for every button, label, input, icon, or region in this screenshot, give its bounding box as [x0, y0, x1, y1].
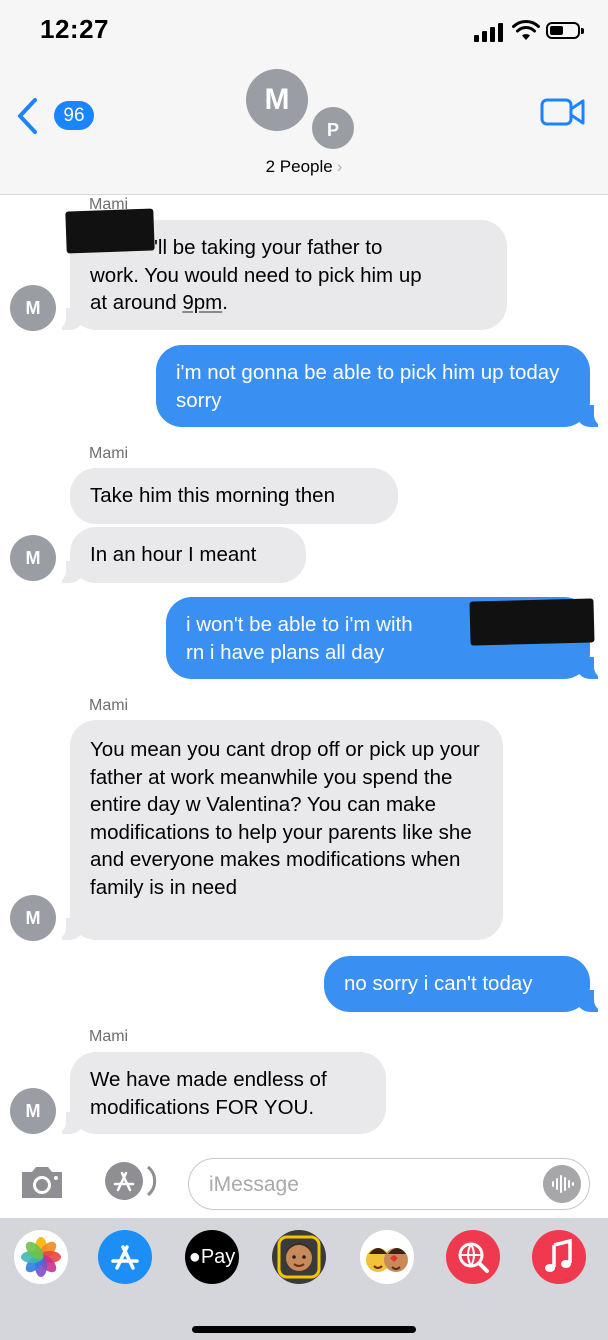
- audio-message-icon[interactable]: [543, 1165, 581, 1203]
- apple-pay-label: Pay: [200, 1246, 236, 1268]
- incoming-message-bubble[interactable]: In an hour I meant: [70, 527, 306, 583]
- message-input-container: [188, 1158, 590, 1210]
- bubble-tail: [52, 1112, 84, 1134]
- sender-name: Mami: [89, 1028, 129, 1045]
- sender-name: Mami: [89, 697, 129, 714]
- sender-avatar[interactable]: M: [10, 535, 56, 581]
- group-avatar-primary[interactable]: M: [246, 69, 308, 131]
- web-images-search-icon[interactable]: [446, 1230, 500, 1284]
- unread-count-badge: 96: [54, 101, 94, 130]
- battery-icon: [546, 22, 586, 41]
- back-button[interactable]: 96: [16, 96, 106, 136]
- facetime-video-icon[interactable]: [540, 96, 586, 128]
- memoji-icon[interactable]: [272, 1230, 326, 1284]
- outgoing-message-bubble[interactable]: i'm not gonna be able to pick him up tod…: [156, 345, 590, 427]
- apple-pay-icon[interactable]: ●Pay: [185, 1230, 239, 1284]
- apple-logo-icon: ●: [188, 1246, 201, 1268]
- message-text-line: at around 9pm.: [90, 291, 228, 314]
- incoming-message-bubble[interactable]: We have made endless of modifications FO…: [70, 1052, 386, 1134]
- sender-avatar[interactable]: M: [10, 1088, 56, 1134]
- incoming-message-bubble[interactable]: You mean you cant drop off or pick up yo…: [70, 720, 503, 940]
- status-time: 12:27: [40, 14, 109, 44]
- sender-avatar[interactable]: M: [10, 895, 56, 941]
- bubble-tail: [52, 918, 84, 940]
- bubble-tail: [52, 308, 84, 330]
- redaction-mark: [469, 598, 595, 646]
- app-store-drawer-icon[interactable]: [100, 1161, 160, 1201]
- message-input[interactable]: [207, 1169, 531, 1201]
- chevron-right-icon: ›: [336, 157, 343, 176]
- bubble-tail: [576, 990, 608, 1012]
- sender-name: Mami: [89, 445, 129, 462]
- animoji-stickers-icon[interactable]: [360, 1230, 414, 1284]
- home-indicator: [192, 1326, 416, 1333]
- status-bar: 12:27: [0, 0, 608, 58]
- people-label: 2 People: [265, 157, 333, 176]
- conversation-header: 96 M P 2 People ›: [0, 58, 608, 195]
- app-store-icon[interactable]: [98, 1230, 152, 1284]
- outgoing-message-bubble[interactable]: no sorry i can't today: [324, 956, 590, 1012]
- music-icon[interactable]: [532, 1230, 586, 1284]
- wifi-icon: [512, 19, 540, 40]
- bubble-tail: [576, 657, 608, 679]
- photos-icon[interactable]: [14, 1230, 68, 1284]
- group-avatar-secondary[interactable]: P: [310, 105, 356, 151]
- time-link[interactable]: 9pm: [182, 291, 222, 314]
- group-details-link[interactable]: 2 People ›: [0, 157, 608, 177]
- bubble-tail: [52, 561, 84, 583]
- imessage-app-strip: ●Pay: [0, 1218, 608, 1340]
- bubble-tail: [576, 405, 608, 427]
- redaction-mark: [65, 208, 155, 254]
- message-text-line: work. You would need to pick him up: [90, 263, 422, 287]
- chevron-left-icon: [18, 98, 37, 134]
- camera-icon[interactable]: [18, 1162, 66, 1202]
- incoming-message-bubble[interactable]: Take him this morning then: [70, 468, 398, 524]
- cellular-signal-icon: [474, 22, 504, 42]
- sender-avatar[interactable]: M: [10, 285, 56, 331]
